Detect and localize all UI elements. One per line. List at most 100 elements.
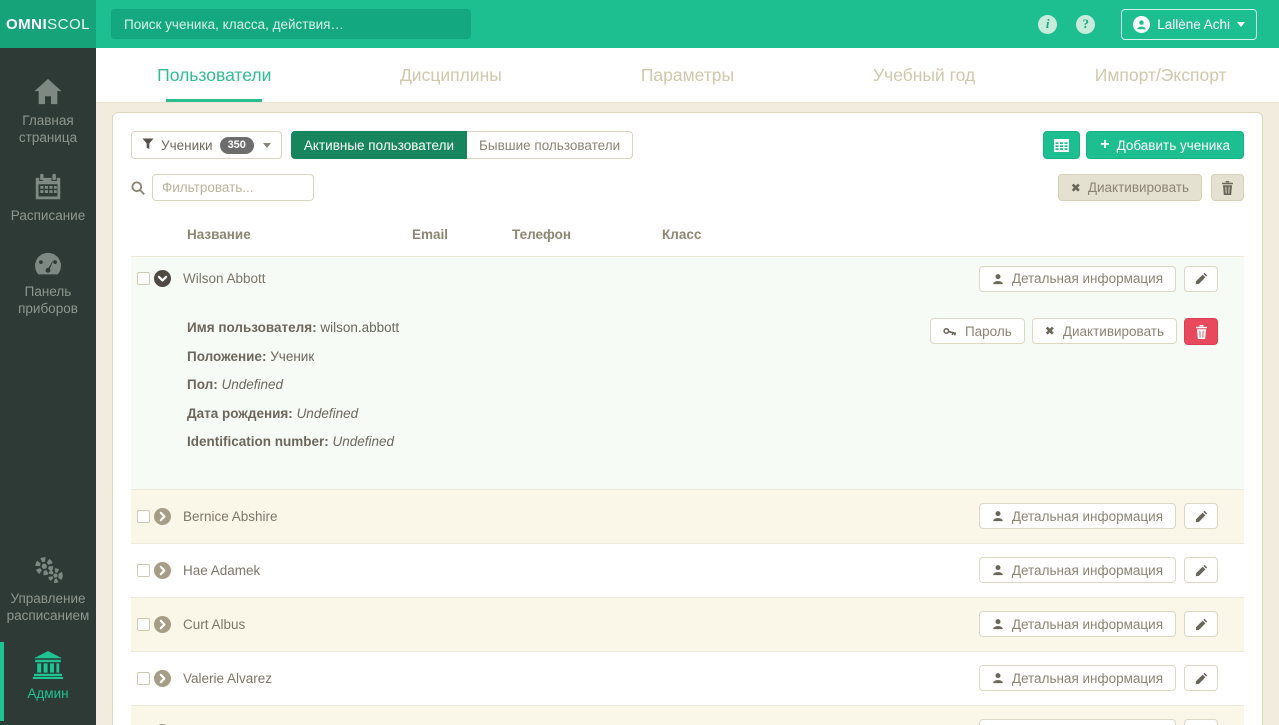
person-icon [992,672,1004,684]
student-name: Valerie Alvarez [183,671,408,686]
info-icon[interactable]: i [1038,15,1057,34]
tab-school-year[interactable]: Учебный год [806,48,1043,102]
sidebar-item-schedule[interactable]: Расписание [0,160,96,238]
detail-actions: Пароль ✖ Диактивировать [930,318,1218,345]
calendar-icon [3,173,93,201]
former-users-button[interactable]: Бывшие пользователи [467,131,633,159]
detail-info-label: Детальная информация [1012,671,1163,686]
funnel-icon [142,138,154,153]
table-header: Название Email Телефон Класс [131,221,1244,256]
table-grid-icon [1054,139,1069,152]
chevron-right-circle-icon[interactable] [154,562,171,579]
table-view-button[interactable] [1043,131,1080,159]
table-row: Hae Adamek Детальная информация [131,543,1244,597]
chevron-right-circle-icon[interactable] [154,508,171,525]
sidebar-item-home[interactable]: Главная страница [0,48,96,160]
topbar: OMNISCOL i ? Lallène Achi [0,0,1279,48]
edit-button[interactable] [1184,719,1218,725]
active-users-button[interactable]: Активные пользователи [291,131,467,159]
user-avatar-icon [1133,16,1150,33]
home-icon [3,78,93,106]
tab-parameters[interactable]: Параметры [569,48,806,102]
trash-icon [1221,181,1234,195]
sidebar-spacer [0,330,96,543]
table-row: Wilson Abbott Детальная информация [131,256,1244,300]
bulk-deactivate-button[interactable]: ✖ Диактивировать [1058,174,1202,201]
row-delete-button[interactable] [1184,318,1218,345]
student-filter-dropdown[interactable]: Ученики 350 [131,131,282,159]
edit-button[interactable] [1184,611,1218,637]
pencil-icon [1195,272,1208,285]
table-rows: Bernice Abshire Детальная информация Hae… [131,489,1244,725]
pencil-icon [1195,618,1208,631]
detail-info-button[interactable]: Детальная информация [979,503,1176,529]
detail-info-button[interactable]: Детальная информация [979,266,1176,292]
student-count-badge: 350 [220,137,254,154]
detail-value: wilson.abbott [320,320,399,335]
detail-line: Дата рождения: Undefined [187,406,1218,421]
topbar-right: i ? Lallène Achi [1019,9,1279,40]
user-menu-button[interactable]: Lallène Achi [1121,9,1257,40]
chevron-right-circle-icon[interactable] [154,670,171,687]
filter-input[interactable] [152,174,314,201]
row-checkbox[interactable] [137,618,150,631]
global-search-input[interactable] [111,9,471,39]
sidebar-item-label: Главная страница [19,113,77,145]
edit-button[interactable] [1184,503,1218,529]
row-checkbox[interactable] [137,672,150,685]
detail-info-button[interactable]: Детальная информация [979,719,1176,725]
filter-label: Ученики [161,138,213,153]
person-icon [992,510,1004,522]
student-name: Curt Albus [183,617,408,632]
tab-import-export[interactable]: Импорт/Экспорт [1042,48,1279,102]
help-icon[interactable]: ? [1076,15,1095,34]
x-icon: ✖ [1071,181,1081,195]
pencil-icon [1195,564,1208,577]
student-name: Wilson Abbott [183,271,408,286]
person-icon [992,273,1004,285]
detail-label: Identification number: [187,434,329,449]
chevron-down-circle-icon[interactable] [154,270,171,287]
detail-info-button[interactable]: Детальная информация [979,611,1176,637]
sidebar-item-admin[interactable]: Админ [0,638,96,725]
password-button[interactable]: Пароль [930,318,1025,344]
x-icon: ✖ [1045,324,1055,338]
sidebar-item-dashboard[interactable]: Панель приборов [0,238,96,331]
edit-button[interactable] [1184,557,1218,583]
column-header-name: Название [187,227,412,242]
tab-bar: Пользователи Дисциплины Параметры Учебны… [96,48,1279,103]
person-icon [992,618,1004,630]
detail-info-button[interactable]: Детальная информация [979,665,1176,691]
detail-value: Undefined [221,377,283,392]
tab-users[interactable]: Пользователи [96,48,333,102]
edit-button[interactable] [1184,266,1218,292]
column-header-class: Класс [662,227,1218,242]
table-row: Curt Albus Детальная информация [131,597,1244,651]
add-student-button[interactable]: + Добавить ученика [1086,131,1244,159]
row-checkbox[interactable] [137,510,150,523]
detail-info-button[interactable]: Детальная информация [979,557,1176,583]
detail-info-label: Детальная информация [1012,617,1163,632]
student-details-section: Имя пользователя: wilson.abbott Положени… [131,300,1244,489]
detail-line: Положение: Ученик [187,349,1218,364]
bulk-delete-button[interactable] [1211,174,1244,201]
row-checkbox[interactable] [137,272,150,285]
chevron-down-icon [1237,22,1245,27]
row-deactivate-label: Диактивировать [1063,324,1164,339]
pencil-icon [1195,672,1208,685]
toolbar-right-2: ✖ Диактивировать [1058,174,1244,201]
sidebar-item-schedule-management[interactable]: Управление расписанием [0,543,96,638]
row-deactivate-button[interactable]: ✖ Диактивировать [1032,318,1177,344]
detail-value: Undefined [333,434,395,449]
toolbar-row-2: ✖ Диактивировать [131,174,1244,201]
student-name: Hae Adamek [183,563,408,578]
chevron-right-circle-icon[interactable] [154,616,171,633]
detail-value: Ученик [270,349,314,364]
detail-label: Дата рождения: [187,406,293,421]
plus-icon: + [1100,137,1109,153]
tab-disciplines[interactable]: Дисциплины [333,48,570,102]
row-checkbox[interactable] [137,564,150,577]
bank-icon [3,651,93,679]
edit-button[interactable] [1184,665,1218,691]
table-row: Daron Amyx Детальная информация [131,705,1244,725]
